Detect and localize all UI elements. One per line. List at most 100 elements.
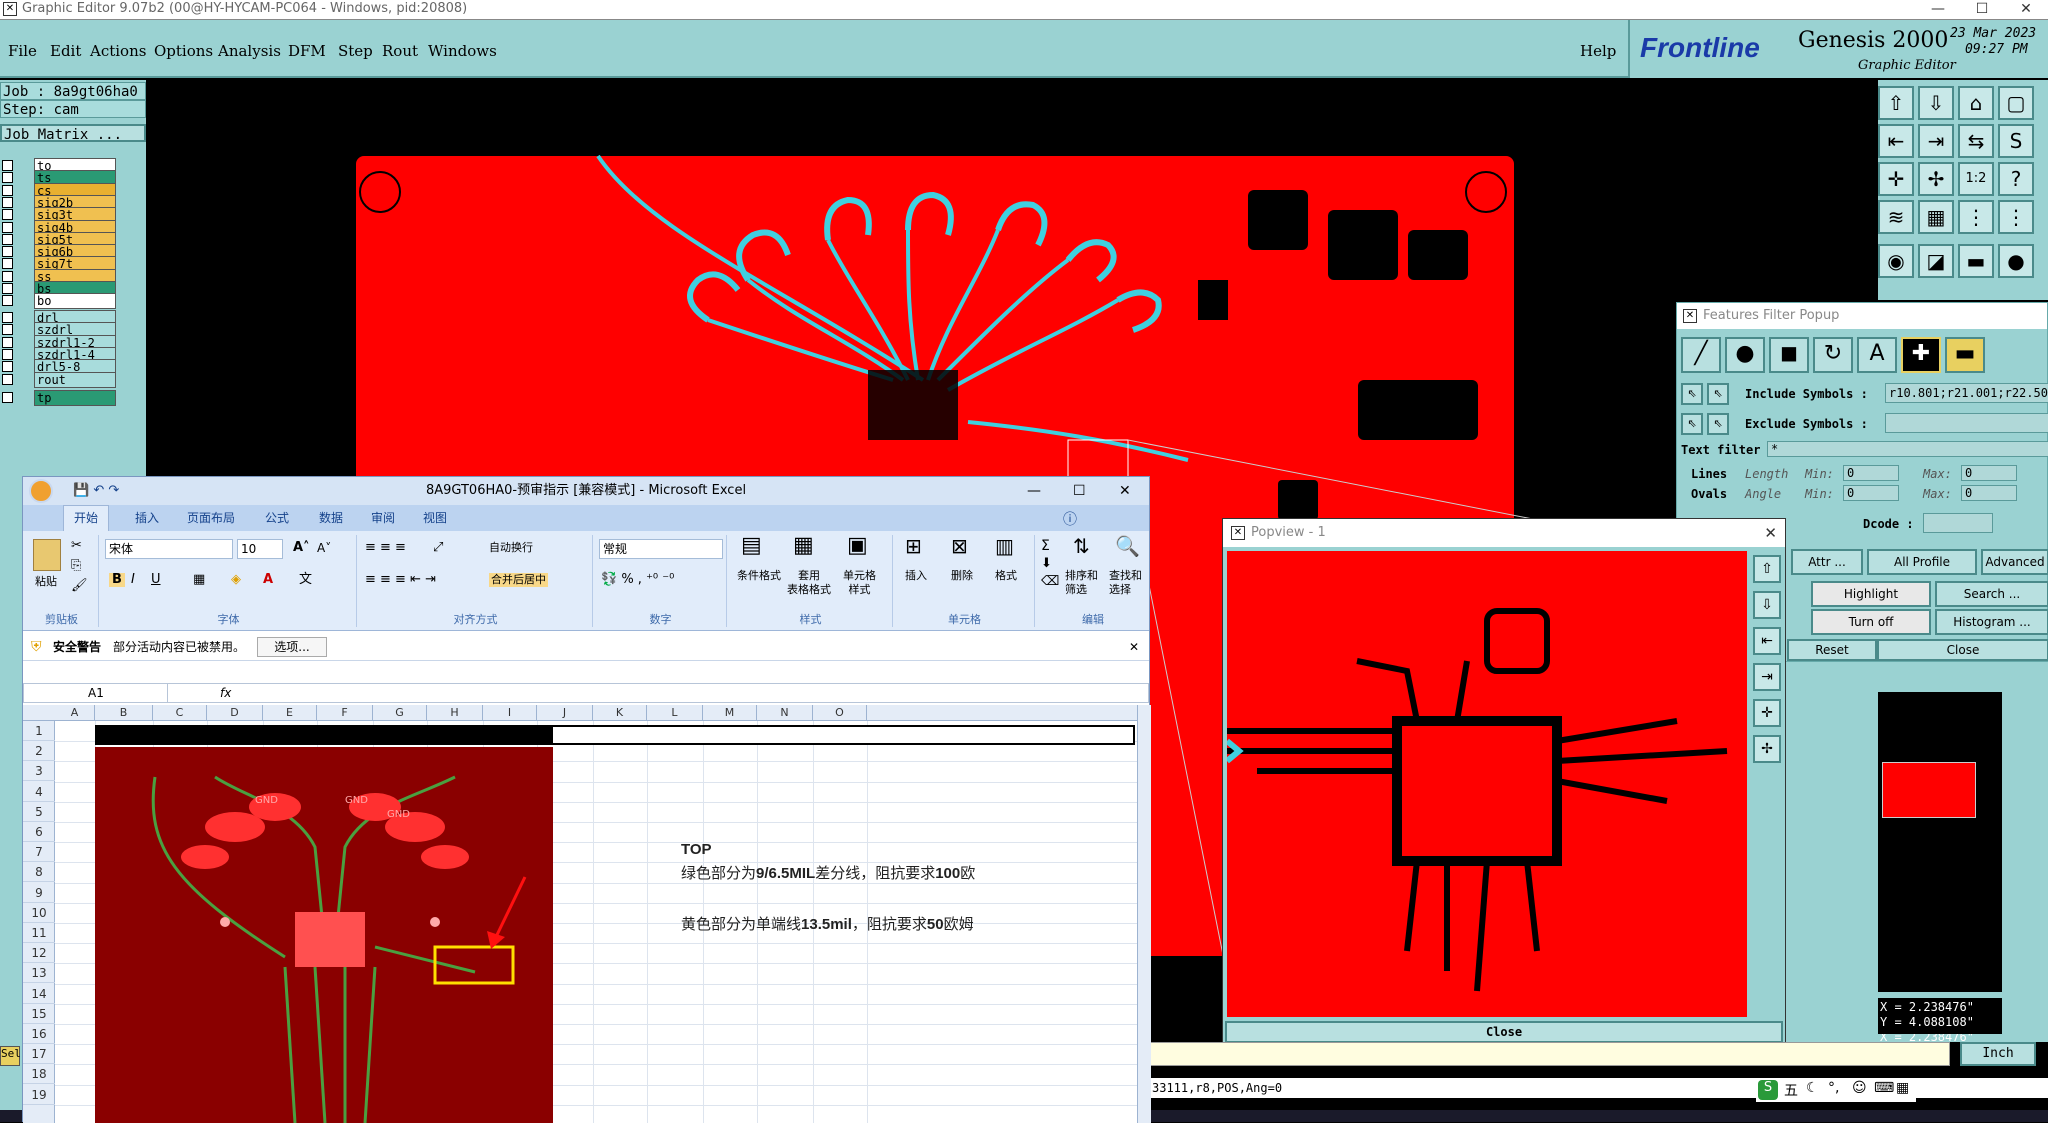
tool-icon[interactable]: ◪ xyxy=(1918,244,1954,278)
italic-button[interactable]: I xyxy=(131,573,135,587)
column-header[interactable]: J xyxy=(537,705,593,721)
fx-icon[interactable]: fx xyxy=(220,684,231,702)
layer-checkbox[interactable] xyxy=(2,392,13,403)
tab-view[interactable]: 视图 xyxy=(423,509,447,526)
find-select-label[interactable]: 查找和 选择 xyxy=(1109,569,1142,597)
column-header[interactable]: M xyxy=(703,705,757,721)
text-tool-icon[interactable]: A xyxy=(1857,337,1897,373)
layer-name[interactable]: tp xyxy=(34,390,116,406)
merge-center-button[interactable]: 合并后居中 xyxy=(489,573,548,587)
insert-cells-label[interactable]: 插入 xyxy=(905,569,927,583)
plus-icon[interactable]: ✚ xyxy=(1901,337,1941,373)
lines-label[interactable]: Lines xyxy=(1691,467,1727,481)
shrink-font-icon[interactable]: A˅ xyxy=(317,541,331,555)
attr-button[interactable]: Attr ... xyxy=(1791,549,1863,575)
column-header[interactable]: K xyxy=(593,705,647,721)
zoom-tool-icon[interactable]: ⇧ xyxy=(1753,555,1781,583)
tool-icon[interactable]: ⇆ xyxy=(1958,124,1994,158)
smile-icon[interactable]: ☺ xyxy=(1852,1080,1867,1096)
search-button[interactable]: Search ... xyxy=(1935,581,2048,607)
menu-rout[interactable]: Rout xyxy=(382,42,418,60)
table-format-icon[interactable]: ▦ xyxy=(793,535,814,557)
column-header[interactable]: E xyxy=(263,705,317,721)
menu-file[interactable]: File xyxy=(8,42,37,60)
zoom-tool-icon[interactable]: ✛ xyxy=(1753,699,1781,727)
tool-icon[interactable]: ▬ xyxy=(1958,244,1994,278)
cut-icon[interactable]: ✂ xyxy=(71,539,82,553)
format-cells-icon[interactable]: ▥ xyxy=(995,536,1014,556)
menu-analysis[interactable]: Analysis xyxy=(218,42,281,60)
tool-icon[interactable]: ⋮ xyxy=(1998,200,2034,234)
row-header[interactable]: 11 xyxy=(23,923,55,943)
zoom-tool-icon[interactable]: ⇥ xyxy=(1753,663,1781,691)
tool-icon[interactable]: ⇩ xyxy=(1918,86,1954,120)
tool-icon[interactable]: ◉ xyxy=(1878,244,1914,278)
maximize-button[interactable]: ☐ xyxy=(1073,477,1086,505)
layer-name[interactable]: bo xyxy=(34,293,116,310)
menu-dfm[interactable]: DFM xyxy=(288,42,326,60)
column-header[interactable]: D xyxy=(207,705,263,721)
row-header[interactable]: 9 xyxy=(23,883,55,903)
format-cells-label[interactable]: 格式 xyxy=(995,569,1017,583)
insert-cells-icon[interactable]: ⊞ xyxy=(905,536,922,556)
sum-icon[interactable]: Σ xyxy=(1041,539,1050,553)
advanced-button[interactable]: Advanced xyxy=(1981,549,2048,575)
zoom-in-icon[interactable]: ✛ xyxy=(1878,162,1914,196)
paste-label[interactable]: 粘贴 xyxy=(35,575,57,589)
arrow-icon[interactable]: ⇖ xyxy=(1707,413,1729,435)
office-button-icon[interactable] xyxy=(29,479,53,503)
row-header[interactable]: 4 xyxy=(23,782,55,802)
ovals-label[interactable]: Ovals xyxy=(1691,487,1727,501)
arrow-icon[interactable]: ⇖ xyxy=(1681,413,1703,435)
tool-icon[interactable]: ⇧ xyxy=(1878,86,1914,120)
row-header[interactable]: 18 xyxy=(23,1064,55,1085)
border-icon[interactable]: ▦ xyxy=(193,573,205,587)
row-header[interactable]: 6 xyxy=(23,822,55,842)
tab-home[interactable]: 开始 xyxy=(63,505,109,531)
close-window-button[interactable]: ✕ xyxy=(1119,477,1131,505)
angle-min-input[interactable]: 0 xyxy=(1843,485,1899,501)
phonetic-icon[interactable]: 文 xyxy=(299,573,312,587)
vertical-scrollbar[interactable] xyxy=(1137,705,1151,1123)
turn-off-button[interactable]: Turn off xyxy=(1811,609,1931,635)
row-header[interactable]: 12 xyxy=(23,943,55,964)
units-select[interactable]: Inch xyxy=(1960,1042,2036,1066)
overview-map[interactable]: X = 2.238476" xyxy=(1878,692,2002,1044)
clear-icon[interactable]: ⌫ xyxy=(1041,575,1059,589)
cell-style-label[interactable]: 单元格 样式 xyxy=(843,569,876,597)
row-header[interactable]: 14 xyxy=(23,984,55,1004)
include-input[interactable]: r10.801;r21.001;r22.501 xyxy=(1885,383,2048,403)
minimize-button[interactable]: — xyxy=(1916,0,1960,20)
column-header[interactable]: A xyxy=(55,705,95,721)
table-format-label[interactable]: 套用 表格格式 xyxy=(787,569,831,597)
tab-data[interactable]: 数据 xyxy=(319,509,343,526)
length-max-input[interactable]: 0 xyxy=(1961,465,2017,481)
exclude-input[interactable] xyxy=(1885,413,2048,433)
tool-icon[interactable]: ⇥ xyxy=(1918,124,1954,158)
tool-icon[interactable]: ⋮ xyxy=(1958,200,1994,234)
maximize-button[interactable]: ☐ xyxy=(1960,0,2004,20)
close-ff-button[interactable]: Close xyxy=(1877,639,2048,661)
all-profile-button[interactable]: All Profile xyxy=(1867,549,1977,575)
home-icon[interactable]: ⌂ xyxy=(1958,86,1994,120)
row-header[interactable]: 8 xyxy=(23,862,55,883)
sort-filter-label[interactable]: 排序和 筛选 xyxy=(1065,569,1098,597)
minimize-button[interactable]: — xyxy=(1027,477,1041,505)
row-header[interactable]: 15 xyxy=(23,1004,55,1024)
text-filter-input[interactable]: * xyxy=(1767,441,2048,457)
angle-max-input[interactable]: 0 xyxy=(1961,485,2017,501)
keyboard-icon[interactable]: ⌨ xyxy=(1874,1080,1894,1096)
popview-close-button[interactable]: Close xyxy=(1225,1021,1783,1043)
layer-name[interactable]: rout xyxy=(34,371,116,388)
name-box[interactable]: A1 xyxy=(28,684,168,702)
number-format-select[interactable]: 常规 xyxy=(599,539,723,559)
align-top-icon[interactable]: ≡ ≡ ≡ xyxy=(365,541,406,555)
font-color-icon[interactable]: A xyxy=(263,573,273,587)
options-button[interactable]: 选项... xyxy=(257,637,327,657)
qat-icons[interactable]: 💾 ↶ ↷ xyxy=(73,477,119,505)
surface-tool-icon[interactable]: ◼ xyxy=(1769,337,1809,373)
popview-canvas[interactable] xyxy=(1227,551,1747,1017)
layer-row[interactable]: bo xyxy=(0,293,146,310)
arrow-icon[interactable]: ⇖ xyxy=(1681,383,1703,405)
punct-icon[interactable]: °, xyxy=(1828,1080,1839,1096)
